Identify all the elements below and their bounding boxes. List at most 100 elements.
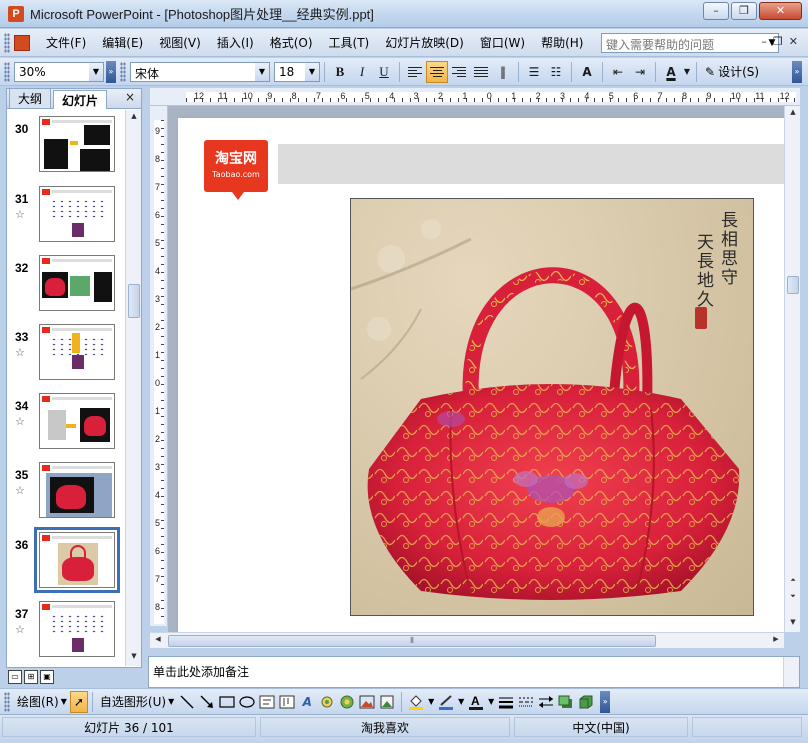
chevron-down-icon[interactable]: ▼ [486, 691, 496, 713]
menu-edit[interactable]: 编辑(E) [94, 30, 151, 56]
slide-thumbnail[interactable] [39, 186, 115, 242]
slide-thumbnail-item[interactable]: 34 ☆ [7, 389, 125, 451]
toolbar-options-icon[interactable]: » [792, 61, 802, 83]
numbered-list-icon[interactable]: ☰ [523, 61, 545, 83]
slide-thumbnail-item[interactable]: 33 ☆ [7, 320, 125, 382]
slide-thumbnail[interactable] [39, 324, 115, 380]
slide-thumbnail[interactable] [39, 462, 115, 518]
arrow-tool-icon[interactable] [197, 691, 217, 713]
slide-horizontal-scrollbar[interactable]: ◀ ⦀ ▶ [150, 632, 784, 648]
line-color-icon[interactable] [436, 691, 456, 713]
underline-button[interactable]: U [373, 61, 395, 83]
slide-title-placeholder[interactable] [278, 144, 784, 184]
italic-button[interactable]: I [351, 61, 373, 83]
slide-thumbnail-item[interactable]: 37 ☆ [7, 597, 125, 659]
slide-thumbnail-item[interactable]: 31 ☆ [7, 182, 125, 244]
oval-tool-icon[interactable] [237, 691, 257, 713]
scroll-up-icon[interactable]: ▲ [787, 108, 799, 120]
zoom-combo[interactable]: 30% ▼ [14, 61, 104, 82]
toolbar-options-icon[interactable]: » [600, 690, 611, 713]
menu-tools[interactable]: 工具(T) [321, 30, 378, 56]
font-color-button[interactable]: A [660, 61, 682, 83]
insert-picture-icon[interactable] [377, 691, 397, 713]
previous-slide-icon[interactable]: ⏶ [787, 576, 799, 588]
menu-format[interactable]: 格式(O) [262, 30, 321, 56]
menu-view[interactable]: 视图(V) [151, 30, 209, 56]
slide-thumbnail[interactable] [39, 601, 115, 657]
slide-thumbnail-item[interactable]: 35 ☆ [7, 458, 125, 520]
fill-color-icon[interactable] [406, 691, 426, 713]
slide-thumbnail[interactable] [39, 116, 115, 172]
menu-slideshow[interactable]: 幻灯片放映(D) [377, 30, 472, 56]
tab-slides[interactable]: 幻灯片 [53, 90, 108, 109]
increase-font-button[interactable]: A [576, 61, 598, 83]
notes-scrollbar[interactable] [783, 657, 799, 687]
doc-close-button[interactable]: ✕ [789, 35, 798, 48]
toolbar-grip[interactable] [4, 32, 10, 53]
document-icon[interactable] [14, 34, 30, 51]
font-size-combo[interactable]: 18 ▼ [274, 61, 320, 82]
text-direction-icon[interactable]: ‖ [492, 61, 514, 83]
normal-view-icon[interactable]: ▭ [8, 670, 22, 684]
align-center-button[interactable] [426, 60, 448, 83]
font-combo[interactable]: 宋体 ▼ [130, 61, 270, 82]
scroll-left-icon[interactable]: ◀ [152, 635, 164, 647]
slide-thumbnail[interactable] [34, 527, 120, 593]
draw-menu-button[interactable]: 绘图(R) ▼ [14, 691, 70, 713]
line-style-icon[interactable] [496, 691, 516, 713]
chevron-down-icon[interactable]: ▼ [426, 691, 436, 713]
close-icon[interactable]: × [125, 90, 135, 104]
scrollbar-thumb[interactable] [787, 276, 799, 294]
taobao-logo[interactable]: 淘宝网 Taobao.com [204, 140, 268, 200]
shadow-style-icon[interactable] [556, 691, 576, 713]
picture-icon[interactable] [357, 691, 377, 713]
slide-thumbnail[interactable] [39, 393, 115, 449]
clipart-icon[interactable] [337, 691, 357, 713]
close-button[interactable]: ✕ [759, 2, 802, 20]
help-search-input[interactable]: 键入需要帮助的问题 [601, 33, 779, 53]
menu-insert[interactable]: 插入(I) [209, 30, 262, 56]
chevron-down-icon[interactable]: ▼ [456, 691, 466, 713]
slide-sorter-icon[interactable]: ⊞ [24, 670, 38, 684]
pane-scrollbar[interactable]: ▲ ▼ [125, 110, 141, 666]
rectangle-tool-icon[interactable] [217, 691, 237, 713]
autoshapes-button[interactable]: 自选图形(U) ▼ [97, 691, 177, 713]
scrollbar-thumb[interactable]: ⦀ [168, 635, 656, 647]
doc-minimize-button[interactable]: – [761, 35, 767, 48]
restore-button[interactable]: ❐ [731, 2, 757, 20]
slide-thumbnail-item[interactable]: 36 [7, 527, 125, 593]
tab-outline[interactable]: 大纲 [9, 88, 52, 108]
menu-file[interactable]: 文件(F) [38, 30, 94, 56]
design-button[interactable]: ✎ 设计(S) [701, 63, 763, 80]
minimize-button[interactable]: – [703, 2, 729, 20]
scroll-right-icon[interactable]: ▶ [770, 635, 782, 647]
scroll-up-icon[interactable]: ▲ [128, 112, 140, 124]
decrease-indent-icon[interactable]: ⇤ [607, 61, 629, 83]
select-objects-button[interactable]: ➚ [69, 690, 88, 713]
chevron-down-icon[interactable]: ▼ [305, 62, 319, 81]
arrow-style-icon[interactable] [536, 691, 556, 713]
notes-pane[interactable]: 单击此处添加备注 [148, 656, 800, 688]
toolbar-grip[interactable] [4, 691, 10, 712]
menu-help[interactable]: 帮助(H) [533, 30, 591, 56]
align-left-button[interactable] [404, 61, 426, 83]
powerpoint-icon[interactable]: P [8, 5, 24, 22]
dash-style-icon[interactable] [516, 691, 536, 713]
increase-indent-icon[interactable]: ⇥ [629, 61, 651, 83]
toolbar-grip[interactable] [120, 61, 126, 82]
slide-thumbnail-item[interactable]: 32 [7, 251, 125, 313]
chevron-down-icon[interactable]: ▼ [682, 61, 692, 83]
distribute-text-icon[interactable] [470, 61, 492, 83]
bullet-list-icon[interactable]: ☷ [545, 61, 567, 83]
wordart-icon[interactable]: A [297, 691, 317, 713]
handbag-photo[interactable]: 長相思守 天長地久 [350, 198, 754, 616]
scroll-down-icon[interactable]: ▼ [128, 652, 140, 664]
scrollbar-thumb[interactable] [128, 284, 140, 318]
menu-window[interactable]: 窗口(W) [472, 30, 533, 56]
line-tool-icon[interactable] [177, 691, 197, 713]
chevron-down-icon[interactable]: ▼ [89, 62, 103, 81]
toolbar-options-icon[interactable]: » [106, 60, 116, 83]
3d-style-icon[interactable] [576, 691, 596, 713]
slide-thumbnail-item[interactable]: 30 [7, 112, 125, 174]
doc-restore-button[interactable]: ❐ [773, 35, 783, 48]
